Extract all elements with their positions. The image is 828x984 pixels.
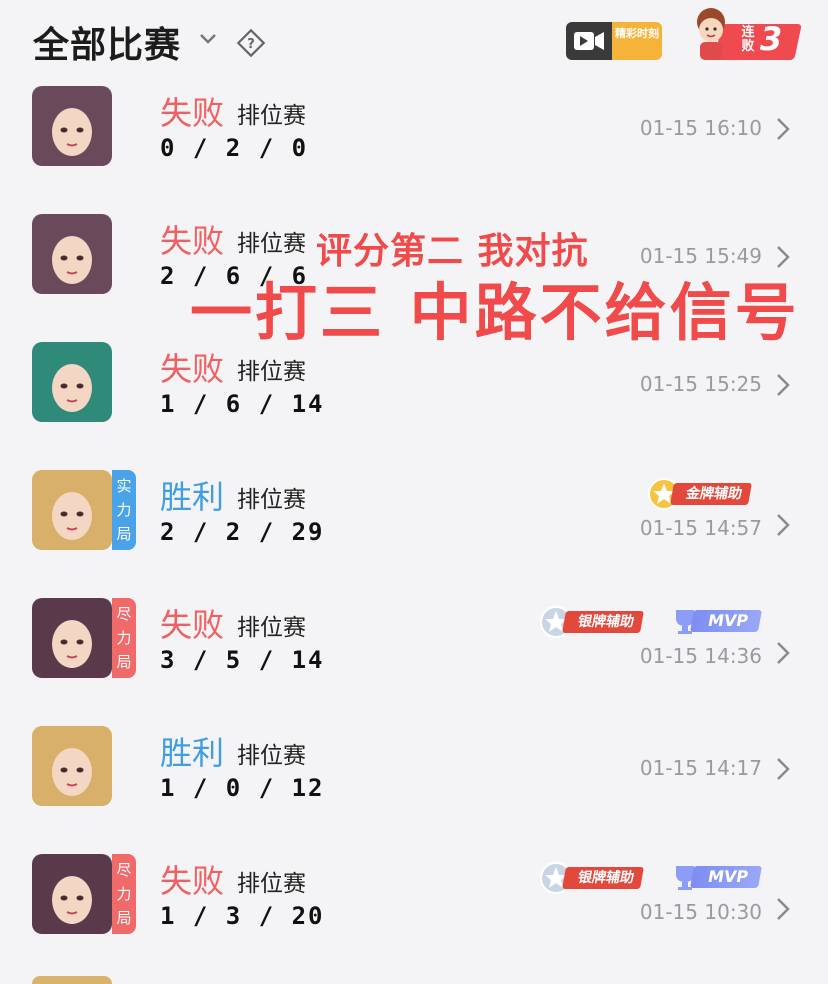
chevron-right-icon[interactable]: [774, 756, 792, 782]
chevron-right-icon[interactable]: [774, 372, 792, 398]
kda-score: 0 / 2 / 0: [160, 134, 309, 162]
match-result: 失败: [160, 94, 225, 132]
match-mode: 排位赛: [237, 359, 306, 385]
match-result: 失败: [160, 606, 225, 644]
partial-next-avatar: [32, 976, 112, 984]
kda-score: 1 / 3 / 20: [160, 902, 325, 930]
kda-score: 1 / 0 / 12: [160, 774, 325, 802]
match-mode: 排位赛: [237, 743, 306, 769]
streak-count: 3: [760, 20, 783, 58]
match-time: 01-15 14:17: [639, 756, 762, 780]
help-icon[interactable]: ?: [236, 28, 266, 58]
highlights-label: 精彩时刻: [612, 22, 662, 60]
match-row[interactable]: 尽力局失败 排位赛 3 / 5 / 14 01-15 14:36 银牌辅助 MVP: [0, 590, 828, 718]
chevron-right-icon[interactable]: [774, 896, 792, 922]
match-result: 胜利: [160, 478, 225, 516]
match-result: 胜利: [160, 734, 225, 772]
hero-avatar: [32, 598, 112, 678]
hero-avatar: [32, 854, 112, 934]
kda-score: 1 / 6 / 14: [160, 390, 325, 418]
hero-avatar: [32, 214, 112, 294]
match-row[interactable]: 失败 排位赛 0 / 2 / 0 01-15 16:10: [0, 78, 828, 206]
hero-avatar: [32, 470, 112, 550]
mvp-label: MVP: [690, 610, 762, 632]
video-camera-icon: [566, 22, 612, 60]
annotation-text-line2: 一打三 中路不给信号: [190, 276, 800, 349]
header: 全部比赛 ? 精彩时刻 连败 3: [0, 0, 828, 80]
match-result: 失败: [160, 222, 225, 260]
match-mode: 排位赛: [237, 615, 306, 641]
hero-avatar: [32, 342, 112, 422]
kda-score: 3 / 5 / 14: [160, 646, 325, 674]
page-title[interactable]: 全部比赛: [33, 16, 181, 68]
badge-label: 金牌辅助: [670, 483, 752, 505]
match-quality-tag: 尽力局: [112, 598, 136, 678]
match-quality-tag: 实力局: [112, 470, 136, 550]
losing-streak-badge[interactable]: 连败 3: [680, 2, 802, 64]
match-result: 失败: [160, 862, 225, 900]
hero-avatar: [32, 86, 112, 166]
badge-label: 银牌辅助: [562, 611, 644, 633]
match-quality-tag: 尽力局: [112, 854, 136, 934]
match-time: 01-15 14:36: [639, 644, 762, 668]
kda-score: 2 / 2 / 29: [160, 518, 325, 546]
chevron-right-icon[interactable]: [774, 512, 792, 538]
chevron-right-icon[interactable]: [774, 116, 792, 142]
match-mode: 排位赛: [237, 231, 306, 257]
match-time: 01-15 14:57: [639, 516, 762, 540]
match-mode: 排位赛: [237, 103, 306, 129]
match-mode: 排位赛: [237, 487, 306, 513]
match-time: 01-15 15:25: [639, 372, 762, 396]
streak-avatar: [697, 8, 725, 60]
svg-text:?: ?: [247, 37, 255, 52]
streak-label: 连败: [741, 25, 755, 54]
match-time: 01-15 10:30: [639, 900, 762, 924]
hero-avatar: [32, 726, 112, 806]
chevron-down-icon[interactable]: [197, 28, 219, 50]
match-row[interactable]: 实力局胜利 排位赛 2 / 2 / 29 01-15 14:57 金牌辅助: [0, 462, 828, 590]
match-row[interactable]: 胜利 排位赛 1 / 0 / 12 01-15 14:17: [0, 718, 828, 846]
match-mode: 排位赛: [237, 871, 306, 897]
highlights-button[interactable]: 精彩时刻: [566, 22, 662, 60]
badge-label: 银牌辅助: [562, 867, 644, 889]
match-time: 01-15 16:10: [639, 116, 762, 140]
match-row[interactable]: 尽力局失败 排位赛 1 / 3 / 20 01-15 10:30 银牌辅助 MVP: [0, 846, 828, 974]
chevron-right-icon[interactable]: [774, 640, 792, 666]
match-row[interactable]: 失败 排位赛 1 / 6 / 14 01-15 15:25: [0, 334, 828, 462]
mvp-label: MVP: [690, 866, 762, 888]
